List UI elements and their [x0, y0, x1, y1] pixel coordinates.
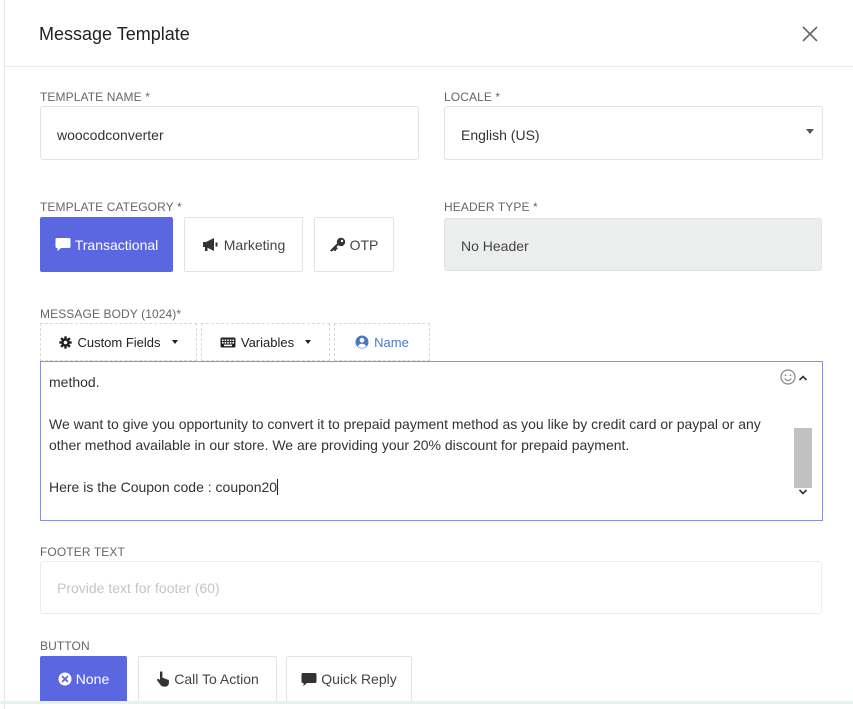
keyboard-icon: [220, 337, 236, 347]
category-otp-label: OTP: [349, 236, 379, 253]
category-marketing-button[interactable]: Marketing: [184, 217, 303, 272]
modal-title: Message Template: [39, 24, 190, 44]
scrollbar-thumb[interactable]: [794, 428, 812, 488]
call-to-action-label: Call To Action: [174, 671, 259, 687]
custom-fields-label: Custom Fields: [77, 334, 161, 350]
quick-reply-label: Quick Reply: [321, 671, 397, 687]
modal-header: Message Template: [5, 0, 853, 67]
message-body-text[interactable]: method. We want to give you opportunity …: [49, 372, 794, 498]
editor-scrollbar[interactable]: [794, 368, 812, 500]
gear-icon: [59, 335, 73, 349]
chevron-down-icon[interactable]: [797, 486, 809, 498]
header-type-label: HEADER TYPE *: [444, 200, 538, 214]
category-otp-button[interactable]: OTP: [314, 217, 394, 272]
button-none-label: None: [75, 671, 110, 687]
footer-text-input[interactable]: [41, 562, 821, 613]
category-marketing-label: Marketing: [223, 236, 286, 253]
megaphone-icon: [202, 238, 218, 251]
caret-down-icon: [171, 340, 178, 344]
message-body-editor[interactable]: method. We want to give you opportunity …: [40, 361, 823, 521]
chevron-up-icon[interactable]: [797, 372, 809, 384]
custom-fields-button[interactable]: Custom Fields: [40, 323, 197, 361]
button-label: BUTTON: [40, 639, 90, 653]
footer-text-field[interactable]: [40, 561, 822, 614]
key-icon: [330, 237, 345, 252]
hand-pointer-icon: [157, 671, 170, 687]
button-none-button[interactable]: None: [40, 656, 127, 702]
comment-icon: [55, 238, 71, 251]
name-variable-label: Name: [374, 334, 409, 350]
name-variable-button[interactable]: Name: [334, 323, 430, 361]
header-type-field[interactable]: No Header: [444, 218, 822, 271]
variables-label: Variables: [240, 334, 295, 350]
template-name-field[interactable]: woocodconverter: [40, 106, 419, 160]
header-type-value: No Header: [461, 238, 529, 254]
bottom-divider: [0, 701, 853, 704]
quick-reply-button[interactable]: Quick Reply: [286, 656, 412, 702]
locale-select[interactable]: English (US): [444, 106, 823, 160]
locale-selected-value: English (US): [461, 127, 540, 143]
message-body-label: MESSAGE BODY (1024)*: [40, 307, 182, 321]
category-transactional-label: Transactional: [74, 236, 159, 253]
body-line: We want to give you opportunity to conve…: [49, 416, 761, 453]
chevron-down-icon: [806, 129, 814, 134]
variables-button[interactable]: Variables: [201, 323, 330, 361]
x-circle-icon: [58, 672, 72, 686]
template-name-label: TEMPLATE NAME *: [40, 90, 150, 104]
template-category-label: TEMPLATE CATEGORY *: [40, 200, 182, 214]
comment-icon: [301, 672, 317, 686]
close-icon[interactable]: [798, 22, 822, 46]
category-transactional-button[interactable]: Transactional: [40, 217, 173, 272]
body-line: Here is the Coupon code : coupon20: [49, 479, 278, 495]
user-circle-icon: [355, 335, 369, 349]
call-to-action-button[interactable]: Call To Action: [138, 656, 277, 702]
caret-down-icon: [305, 340, 312, 344]
text-cursor: [277, 479, 279, 495]
locale-label: LOCALE *: [444, 90, 501, 104]
body-line: method.: [49, 374, 100, 390]
message-template-modal: Message Template TEMPLATE NAME * woocodc…: [4, 0, 853, 709]
template-name-value: woocodconverter: [57, 127, 164, 143]
footer-text-label: FOOTER TEXT: [40, 545, 125, 559]
